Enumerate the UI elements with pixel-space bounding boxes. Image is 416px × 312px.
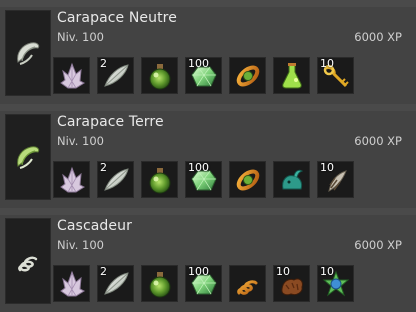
blue-green-flower-icon[interactable]: 10 — [317, 265, 354, 302]
entry-xp: 6000 XP — [354, 238, 402, 252]
coil-icon[interactable] — [5, 218, 51, 304]
crystal-cluster-icon[interactable] — [53, 57, 90, 94]
green-gem-icon[interactable]: 100 — [185, 161, 222, 198]
crystal-cluster-icon[interactable] — [53, 161, 90, 198]
craft-entry[interactable]: Cascadeur Niv. 100 6000 XP 2 100 10 10 — [0, 208, 416, 312]
item-quantity: 100 — [188, 57, 209, 70]
crystal-cluster-icon[interactable] — [53, 265, 90, 302]
entry-level: Niv. 100 — [57, 30, 104, 44]
entry-title: Carapace Terre — [57, 114, 164, 130]
white-feather-icon[interactable]: 2 — [97, 161, 134, 198]
divider — [0, 208, 416, 215]
entry-xp: 6000 XP — [354, 134, 402, 148]
item-quantity: 10 — [276, 265, 290, 278]
item-quantity: 10 — [320, 161, 334, 174]
ingredient-list: 2 100 10 10 — [53, 265, 354, 302]
craft-entry[interactable]: Carapace Neutre Niv. 100 6000 XP 2 100 1… — [0, 0, 416, 104]
teal-creature-icon[interactable] — [273, 161, 310, 198]
item-quantity: 2 — [100, 57, 107, 70]
divider — [0, 104, 416, 111]
ingredient-list: 2 100 10 — [53, 57, 354, 94]
item-quantity: 10 — [320, 265, 334, 278]
white-feather-icon[interactable]: 2 — [97, 57, 134, 94]
green-potion-icon[interactable] — [141, 57, 178, 94]
orange-spring-icon[interactable] — [229, 265, 266, 302]
claw-feather-icon[interactable]: 10 — [317, 161, 354, 198]
green-flask-icon[interactable] — [273, 57, 310, 94]
ingredient-list: 2 100 10 — [53, 161, 354, 198]
item-quantity: 100 — [188, 265, 209, 278]
green-gem-icon[interactable]: 100 — [185, 57, 222, 94]
neutral-shell-icon[interactable] — [5, 10, 51, 96]
entry-title: Carapace Neutre — [57, 10, 177, 26]
item-quantity: 100 — [188, 161, 209, 174]
orange-orb-ring-icon[interactable] — [229, 161, 266, 198]
divider — [0, 0, 416, 7]
earth-shell-icon[interactable] — [5, 114, 51, 200]
item-quantity: 2 — [100, 161, 107, 174]
golden-key-icon[interactable]: 10 — [317, 57, 354, 94]
white-feather-icon[interactable]: 2 — [97, 265, 134, 302]
craft-entry[interactable]: Carapace Terre Niv. 100 6000 XP 2 100 10 — [0, 104, 416, 208]
entry-xp: 6000 XP — [354, 30, 402, 44]
green-potion-icon[interactable] — [141, 161, 178, 198]
green-gem-icon[interactable]: 100 — [185, 265, 222, 302]
entry-title: Cascadeur — [57, 218, 132, 234]
entry-level: Niv. 100 — [57, 238, 104, 252]
item-quantity: 10 — [320, 57, 334, 70]
orange-orb-ring-icon[interactable] — [229, 57, 266, 94]
craft-list: Carapace Neutre Niv. 100 6000 XP 2 100 1… — [0, 0, 416, 312]
item-quantity: 2 — [100, 265, 107, 278]
green-potion-icon[interactable] — [141, 265, 178, 302]
entry-level: Niv. 100 — [57, 134, 104, 148]
brown-fur-icon[interactable]: 10 — [273, 265, 310, 302]
